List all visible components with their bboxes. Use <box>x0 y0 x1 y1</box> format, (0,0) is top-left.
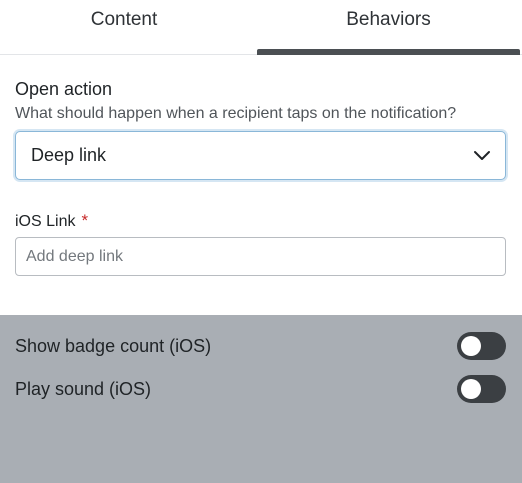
open-action-select[interactable]: Deep link <box>15 131 506 180</box>
open-action-title: Open action <box>15 79 113 99</box>
play-sound-toggle[interactable] <box>457 375 506 403</box>
ios-link-label: iOS Link * <box>15 211 88 231</box>
play-sound-label: Play sound (iOS) <box>15 379 152 399</box>
notification-options-panel: Show badge count (iOS) Play sound (iOS) <box>0 315 522 483</box>
tab-behaviors[interactable]: Behaviors <box>257 0 520 55</box>
tab-content[interactable]: Content <box>0 0 248 55</box>
open-action-description: What should happen when a recipient taps… <box>15 105 457 122</box>
ios-link-label-text: iOS Link <box>15 213 76 230</box>
chevron-down-icon <box>474 151 490 160</box>
ios-link-input[interactable] <box>15 237 506 276</box>
tab-content-label: Content <box>90 9 158 30</box>
required-marker: * <box>81 211 89 230</box>
show-badge-count-label: Show badge count (iOS) <box>15 336 212 356</box>
active-tab-indicator <box>257 49 520 55</box>
toggle-knob <box>461 336 481 356</box>
tab-behaviors-label: Behaviors <box>346 9 431 30</box>
show-badge-count-toggle[interactable] <box>457 332 506 360</box>
toggle-knob <box>461 379 481 399</box>
open-action-selected-value: Deep link <box>31 145 107 165</box>
tab-bar: Content Behaviors <box>0 0 522 55</box>
